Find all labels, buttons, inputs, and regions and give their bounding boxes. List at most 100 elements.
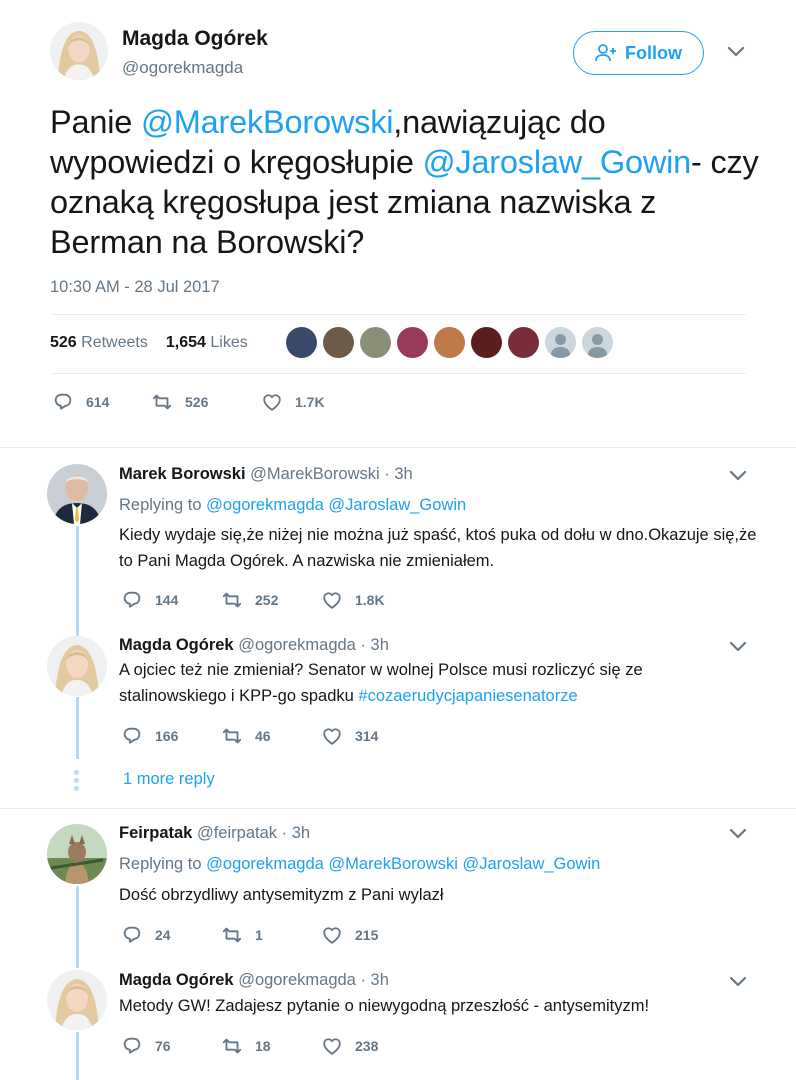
retweet-button[interactable]: 18: [221, 1035, 321, 1057]
reply-icon: [121, 725, 143, 747]
reply-button[interactable]: 614: [52, 391, 151, 413]
add-user-icon: [595, 44, 616, 62]
chevron-down-icon[interactable]: [729, 470, 747, 482]
hashtag-link[interactable]: #cozaerudycjapaniesenatorze: [358, 687, 577, 705]
liker-avatar[interactable]: [434, 327, 465, 358]
author-handle[interactable]: @feirpatak: [197, 824, 277, 842]
reply-time[interactable]: · 3h: [360, 636, 388, 654]
author-name[interactable]: Magda Ogórek: [122, 27, 268, 51]
like-button[interactable]: 1.8K: [321, 589, 385, 611]
reply-time[interactable]: · 3h: [282, 824, 310, 842]
tweet-stats: 526 Retweets 1,654 Likes: [50, 334, 248, 352]
liker-avatar[interactable]: [286, 327, 317, 358]
liker-avatar[interactable]: [582, 327, 613, 358]
retweet-count: 18: [255, 1038, 271, 1054]
replying-to: Replying to @ogorekmagda @Jaroslaw_Gowin: [119, 496, 466, 515]
author-name[interactable]: Magda Ogórek: [119, 636, 234, 654]
liker-avatar[interactable]: [508, 327, 539, 358]
reply-text: Kiedy wydaje się,że niżej nie można już …: [119, 526, 757, 570]
like-count: 1.7K: [295, 394, 325, 410]
author-handle[interactable]: @ogorekmagda: [122, 58, 243, 78]
mention-link[interactable]: @Jaroslaw_Gowin: [423, 144, 692, 180]
retweet-count: 1: [255, 927, 263, 943]
replying-to-handles[interactable]: @ogorekmagda @MarekBorowski @Jaroslaw_Go…: [206, 855, 600, 873]
retweet-icon: [221, 1035, 243, 1057]
liker-avatar[interactable]: [545, 327, 576, 358]
avatar[interactable]: [47, 824, 107, 884]
retweets-stat[interactable]: 526 Retweets: [50, 334, 148, 352]
reply-icon: [121, 924, 143, 946]
reply-time[interactable]: · 3h: [384, 465, 412, 483]
like-button[interactable]: 1.7K: [261, 391, 325, 413]
author-name[interactable]: Magda Ogórek: [119, 971, 234, 989]
like-button[interactable]: 215: [321, 924, 378, 946]
more-replies-link[interactable]: 1 more reply: [123, 770, 215, 789]
author-handle[interactable]: @ogorekmagda: [238, 636, 356, 654]
thread-dots: [74, 770, 80, 794]
reply-text-part: stalinowskiego i KPP-go spadku: [119, 687, 359, 705]
reply-header: Magda Ogórek @ogorekmagda · 3h: [119, 971, 389, 990]
chevron-down-icon[interactable]: [729, 828, 747, 840]
tweet-timestamp[interactable]: 10:30 AM - 28 Jul 2017: [50, 278, 220, 297]
chevron-down-icon[interactable]: [729, 641, 747, 653]
avatar[interactable]: [47, 970, 107, 1030]
divider: [0, 808, 796, 809]
thread-line: [76, 526, 79, 636]
avatar[interactable]: [50, 22, 108, 80]
reply-button[interactable]: 76: [121, 1035, 221, 1057]
author-name[interactable]: Feirpatak: [119, 824, 192, 842]
liker-avatar[interactable]: [360, 327, 391, 358]
tweet-text: Panie @MarekBorowski,nawiązując do wypow…: [50, 102, 770, 262]
replying-to-handles[interactable]: @ogorekmagda @Jaroslaw_Gowin: [206, 496, 466, 514]
author-name[interactable]: Marek Borowski: [119, 465, 246, 483]
reply-icon: [121, 589, 143, 611]
like-count: 215: [355, 927, 379, 943]
like-button[interactable]: 314: [321, 725, 378, 747]
tweet-actions: 614 526 1.7K: [52, 391, 325, 413]
reply-count: 24: [155, 927, 171, 943]
replying-to: Replying to @ogorekmagda @MarekBorowski …: [119, 855, 600, 874]
author-handle[interactable]: @ogorekmagda: [238, 971, 356, 989]
retweet-icon: [221, 589, 243, 611]
thread-line: [76, 886, 79, 968]
reply-icon: [121, 1035, 143, 1057]
chevron-down-icon[interactable]: [729, 976, 747, 988]
reply-header: Feirpatak @feirpatak · 3h: [119, 824, 310, 843]
tweet-actions: 144 252 1.8K: [121, 589, 385, 611]
heart-icon: [261, 391, 283, 413]
retweet-button[interactable]: 526: [151, 391, 261, 413]
like-count: 1.8K: [355, 592, 385, 608]
retweet-button[interactable]: 46: [221, 725, 321, 747]
likes-stat[interactable]: 1,654 Likes: [166, 334, 248, 352]
thread-line: [76, 1032, 79, 1080]
tweet-text-part: Panie: [50, 104, 141, 140]
retweets-count: 526: [50, 334, 77, 351]
reply-button[interactable]: 166: [121, 725, 221, 747]
retweet-button[interactable]: 1: [221, 924, 321, 946]
reply-count: 166: [155, 728, 179, 744]
follow-button[interactable]: Follow: [573, 31, 704, 75]
retweet-button[interactable]: 252: [221, 589, 321, 611]
author-handle[interactable]: @MarekBorowski: [250, 465, 380, 483]
retweet-count: 252: [255, 592, 279, 608]
avatar[interactable]: [47, 464, 107, 524]
reply-button[interactable]: 144: [121, 589, 221, 611]
reply-time[interactable]: · 3h: [360, 971, 388, 989]
like-count: 314: [355, 728, 379, 744]
heart-icon: [321, 725, 343, 747]
main-tweet: Magda Ogórek @ogorekmagda Follow Panie @…: [0, 0, 796, 448]
likes-label: Likes: [210, 334, 248, 351]
liker-avatar[interactable]: [397, 327, 428, 358]
liker-avatar[interactable]: [471, 327, 502, 358]
retweet-icon: [221, 924, 243, 946]
likes-count: 1,654: [165, 334, 206, 351]
liker-avatar[interactable]: [323, 327, 354, 358]
reply-text-line: stalinowskiego i KPP-go spadku #cozaerud…: [119, 683, 759, 709]
replying-label: Replying to: [119, 496, 202, 514]
avatar[interactable]: [47, 636, 107, 696]
like-button[interactable]: 238: [321, 1035, 378, 1057]
mention-link[interactable]: @MarekBorowski: [141, 104, 394, 140]
chevron-down-icon[interactable]: [727, 46, 745, 58]
reply-button[interactable]: 24: [121, 924, 221, 946]
retweet-icon: [221, 725, 243, 747]
